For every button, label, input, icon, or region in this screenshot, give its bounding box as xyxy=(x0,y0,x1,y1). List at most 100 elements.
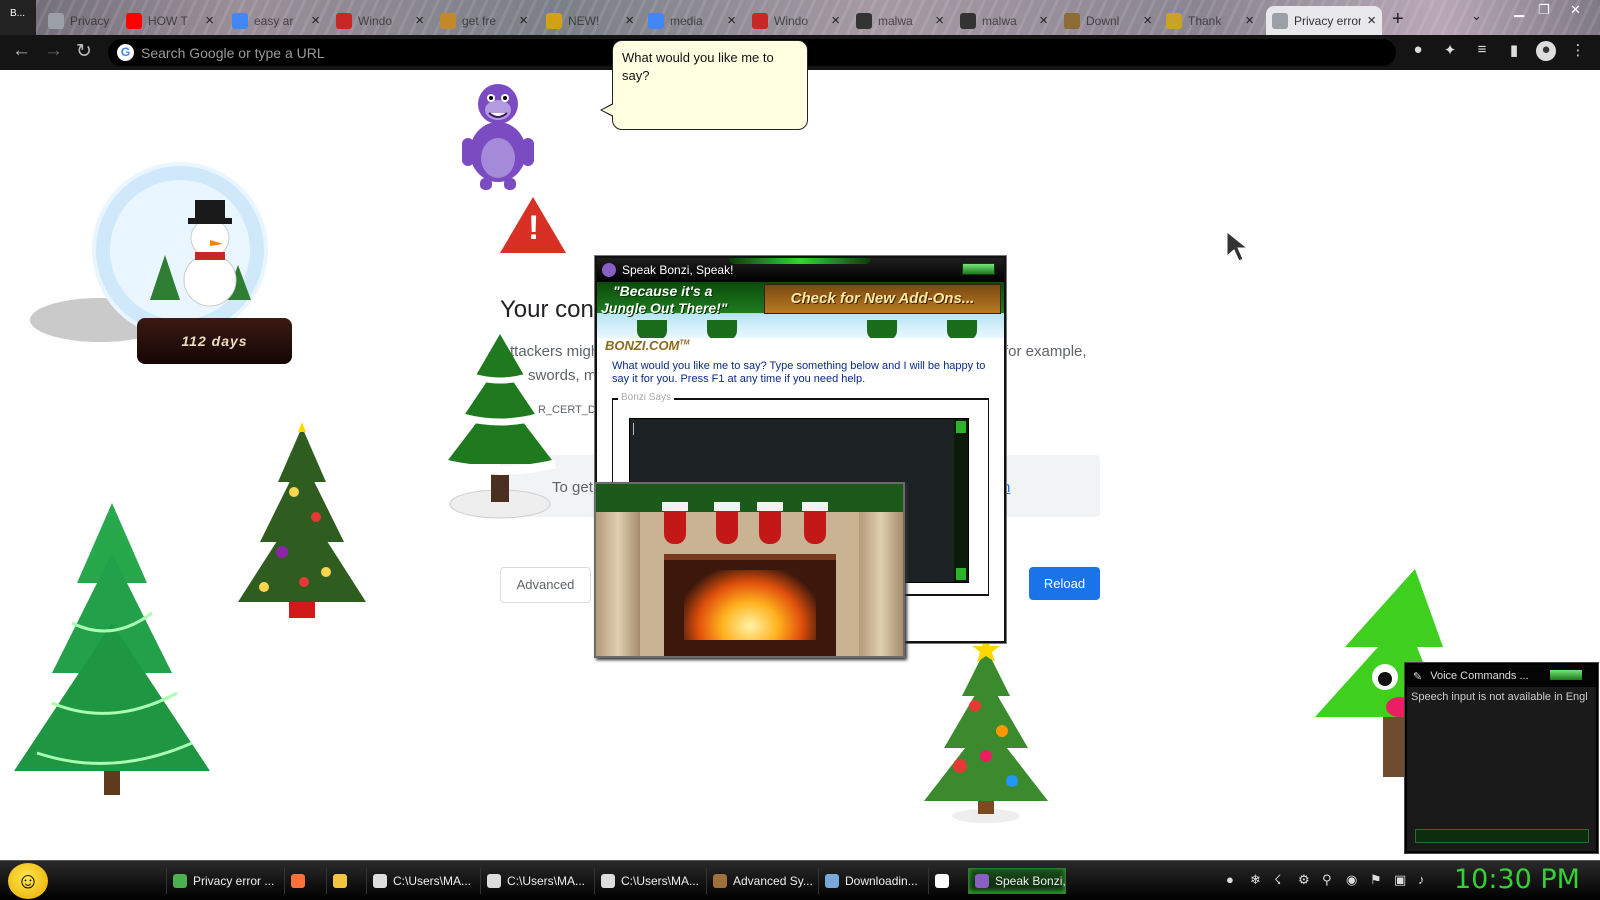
taskbar-item[interactable] xyxy=(928,868,962,894)
tab-label: media xyxy=(670,13,703,28)
tab-close-icon[interactable]: × xyxy=(311,12,320,29)
tab-close-icon[interactable]: × xyxy=(415,12,424,29)
tab[interactable]: media × xyxy=(642,6,742,35)
tab-close-icon[interactable]: × xyxy=(1143,12,1152,29)
cursor-icon xyxy=(1227,232,1249,262)
tray-search-icon[interactable]: ⚲ xyxy=(1322,872,1332,888)
tray-volume-icon[interactable]: ♪ xyxy=(1418,872,1425,887)
tab-label: get fre xyxy=(462,13,497,28)
tab-active[interactable]: Privacy error × xyxy=(1266,6,1382,35)
garland xyxy=(596,484,903,512)
extensions-icon[interactable]: ✦ xyxy=(1440,41,1460,61)
taskbar-item[interactable] xyxy=(284,868,320,894)
taskbar-item[interactable]: C:\Users\MA... xyxy=(366,868,474,894)
page-icon xyxy=(1166,12,1182,29)
google-icon xyxy=(648,12,664,29)
profile-avatar-icon[interactable]: ● xyxy=(1536,41,1556,61)
taskbar-item-label: Downloadin... xyxy=(845,874,918,888)
page-icon xyxy=(440,12,456,29)
tab-close-icon[interactable]: × xyxy=(519,12,528,29)
tab-close-icon[interactable]: × xyxy=(625,12,634,29)
error-title: Your con xyxy=(500,296,594,323)
restore-icon[interactable]: ❐ xyxy=(1538,2,1550,18)
tab[interactable]: malwa × xyxy=(954,6,1054,35)
fire-icon xyxy=(684,570,816,640)
dialog-titlebar[interactable]: Speak Bonzi, Speak! xyxy=(597,258,1004,282)
fireplace-widget[interactable] xyxy=(594,482,905,658)
reload-icon[interactable]: ↻ xyxy=(76,40,92,63)
tab-close-icon[interactable]: × xyxy=(831,12,840,29)
tray-bonzi-icon[interactable]: ● xyxy=(1226,872,1234,887)
dialog-title: Speak Bonzi, Speak! xyxy=(622,263,734,277)
tab[interactable]: Thank × xyxy=(1160,6,1260,35)
tab[interactable]: Windo × xyxy=(746,6,846,35)
menu-kebab-icon[interactable]: ⋮ xyxy=(1568,41,1588,61)
snow-globe-widget[interactable]: 112 days xyxy=(25,160,292,365)
tab[interactable]: malwa × xyxy=(850,6,950,35)
taskbar-item-label: Speak Bonzi,... xyxy=(995,874,1066,888)
back-icon[interactable]: ← xyxy=(12,40,31,62)
text-scrollbar[interactable] xyxy=(954,419,968,582)
forward-icon[interactable]: → xyxy=(44,40,63,62)
taskbar-item[interactable]: Privacy error ... xyxy=(166,868,274,894)
bonzi-buddy-icon[interactable] xyxy=(458,80,538,192)
tray-tools-icon[interactable]: ⚙ xyxy=(1298,872,1310,888)
tab[interactable]: Downl × xyxy=(1058,6,1158,35)
taskbar-item[interactable]: Advanced Sy... xyxy=(706,868,814,894)
close-window-icon[interactable]: ✕ xyxy=(1570,2,1581,18)
tab[interactable]: HOW T × xyxy=(120,6,220,35)
advanced-button[interactable]: Advanced xyxy=(500,567,591,603)
tray-bolt-icon[interactable]: ☇ xyxy=(1274,872,1281,888)
group-label: Bonzi Says xyxy=(618,392,675,403)
profile-flag-icon[interactable]: ● xyxy=(1408,41,1428,61)
tab[interactable]: easy ar × xyxy=(226,6,326,35)
taskbar-item[interactable]: C:\Users\MA... xyxy=(480,868,588,894)
tray-network-icon[interactable]: ▣ xyxy=(1394,872,1406,888)
stocking-icon xyxy=(714,502,740,544)
tray-snowflake-icon[interactable]: ❄ xyxy=(1250,872,1261,888)
taskbar-item[interactable]: Speak Bonzi,... xyxy=(968,868,1066,894)
voice-titlebar[interactable]: ✎ Voice Commands ... xyxy=(1407,665,1596,687)
reload-button[interactable]: Reload xyxy=(1029,567,1100,600)
firefox-icon xyxy=(291,874,305,888)
voice-minimize-button[interactable] xyxy=(1550,670,1582,680)
tab[interactable]: Windo × xyxy=(330,6,430,35)
tab-close-icon[interactable]: × xyxy=(727,12,736,29)
voice-commands-window: ✎ Voice Commands ... Speech input is not… xyxy=(1405,663,1598,853)
taskbar-item[interactable]: Downloadin... xyxy=(818,868,918,894)
bonzi-logo[interactable]: BONZI.COMTM xyxy=(605,338,690,353)
tab-label: malwa xyxy=(982,13,1017,28)
taskbar-item-label: C:\Users\MA... xyxy=(393,874,472,888)
tab[interactable]: NEW! × xyxy=(540,6,640,35)
check-addons-button[interactable]: Check for New Add-Ons... xyxy=(764,284,1001,314)
tab-close-icon[interactable]: × xyxy=(935,12,944,29)
tab-search-icon[interactable]: ⌄ xyxy=(1471,8,1482,24)
dialog-instructions: What would you like me to say? Type some… xyxy=(612,360,986,385)
new-tab-button[interactable]: + xyxy=(1392,8,1404,31)
system-icon xyxy=(713,874,727,888)
voice-message: Speech input is not available in Engl xyxy=(1411,691,1588,703)
tray-globe-icon[interactable]: ◉ xyxy=(1346,872,1357,888)
tab-close-icon[interactable]: × xyxy=(1245,12,1254,29)
smiley-icon: ☺ xyxy=(16,868,40,893)
taskbar-item[interactable] xyxy=(326,868,362,894)
minimize-icon[interactable]: ▁ xyxy=(1514,2,1524,18)
tab-close-icon[interactable]: × xyxy=(1039,12,1048,29)
tab[interactable]: get fre × xyxy=(434,6,534,35)
start-button[interactable]: ☺ xyxy=(8,863,48,899)
dialog-minimize-button[interactable] xyxy=(962,263,995,275)
tab-label: Windo xyxy=(358,13,393,28)
app-menu-button[interactable]: B... xyxy=(0,0,36,35)
decorated-tree-icon xyxy=(238,422,366,618)
media-queue-icon[interactable]: ≡ xyxy=(1472,41,1492,61)
taskbar-item[interactable]: C:\Users\MA... xyxy=(594,868,702,894)
warning-icon: ! xyxy=(500,197,566,253)
tab-strip: B... Privacy×HOW T×easy ar×Windo×get fre… xyxy=(0,0,1600,35)
tab-close-icon[interactable]: × xyxy=(1367,12,1376,29)
clock[interactable]: 10:30 PM xyxy=(1454,864,1580,895)
side-panel-icon[interactable]: ▮ xyxy=(1504,41,1524,61)
voice-title: Voice Commands ... xyxy=(1430,670,1529,682)
tab-close-icon[interactable]: × xyxy=(205,12,214,29)
days-counter: 112 days xyxy=(137,318,292,364)
tray-flag-icon[interactable]: ⚑ xyxy=(1370,872,1382,888)
